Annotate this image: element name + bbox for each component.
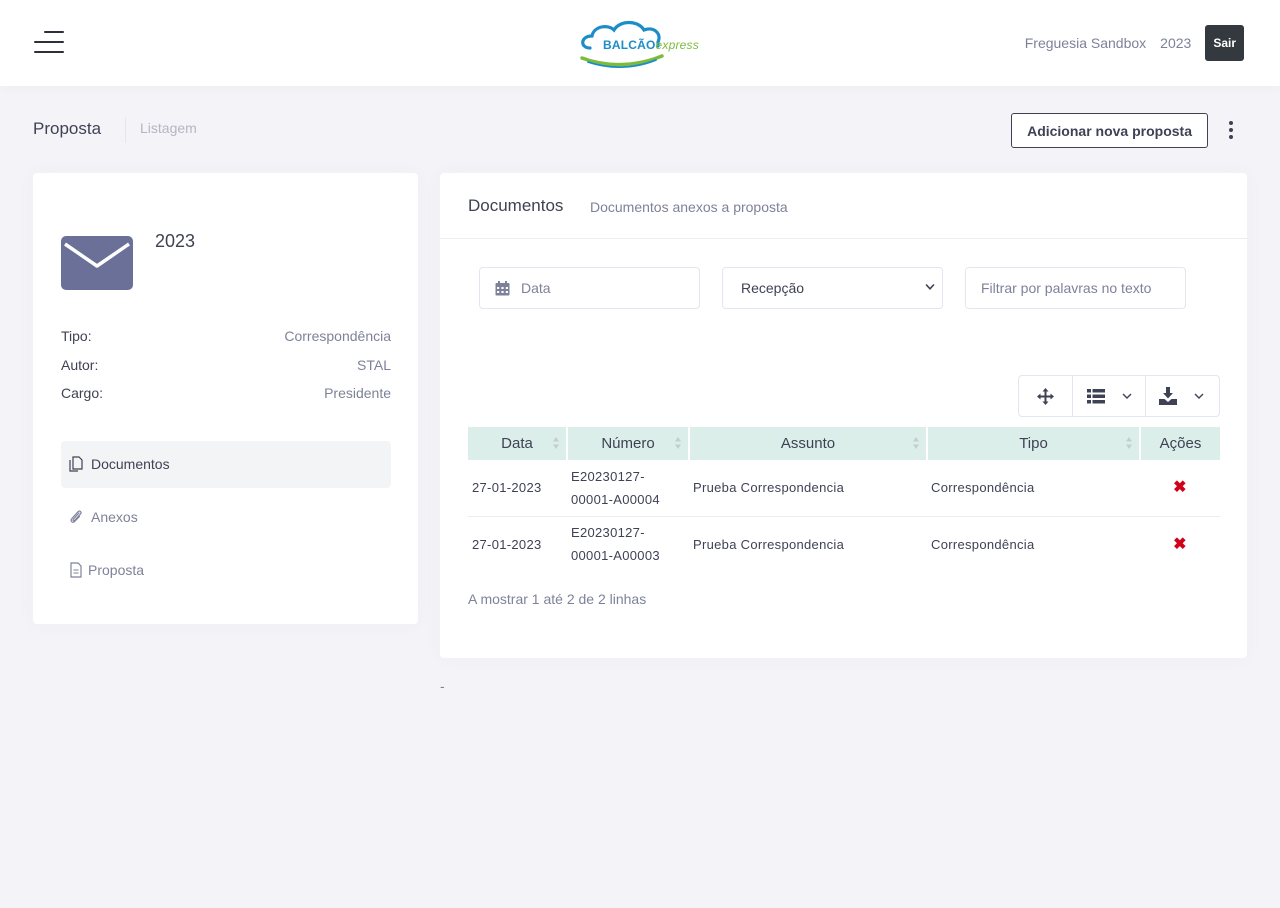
top-bar: BALCÃOexpress Freguesia Sandbox 2023 Sai… [0, 0, 1280, 86]
logout-button[interactable]: Sair [1205, 25, 1244, 61]
delete-icon[interactable]: ✖ [1173, 476, 1187, 499]
columns-button[interactable] [1073, 376, 1146, 416]
footer-dash: - [440, 678, 445, 694]
proposal-summary-card: 2023 Tipo: Correspondência Autor: STAL Car… [33, 173, 418, 624]
documents-table: Data Número Assunto Tipo Ações 27-01-202… [468, 427, 1220, 572]
move-button[interactable] [1019, 376, 1073, 416]
move-icon [1037, 388, 1054, 405]
type-select-wrapper: Recepção [722, 267, 943, 309]
cell-assunto: Prueba Correspondencia [689, 460, 927, 517]
column-header-numero[interactable]: Número [567, 427, 690, 460]
add-proposal-button[interactable]: Adicionar nova proposta [1011, 113, 1208, 148]
nav-item-anexos[interactable]: Anexos [61, 494, 391, 541]
page-title: Proposta [33, 119, 102, 138]
nav-item-documentos[interactable]: Documentos [61, 441, 391, 488]
column-header-data[interactable]: Data [468, 427, 568, 460]
card-title: Documentos [468, 196, 564, 215]
date-filter[interactable]: Data [479, 267, 700, 309]
entity-name: Freguesia Sandbox [1024, 35, 1147, 51]
cell-data: 27-01-2023 [468, 460, 567, 517]
date-placeholder: Data [521, 280, 551, 296]
calendar-icon [495, 281, 510, 296]
cell-numero: E20230127- 00001-A00004 [567, 460, 689, 517]
card-subtitle: Documentos anexos a proposta [590, 199, 788, 215]
sort-icon [913, 437, 919, 449]
column-header-assunto[interactable]: Assunto [689, 427, 928, 460]
documents-icon [69, 456, 83, 472]
cell-assunto: Prueba Correspondencia [693, 536, 845, 552]
table-row[interactable]: 27-01-2023 E20230127- 00001-A00004 Prueba… [468, 460, 1220, 517]
text-filter-input[interactable] [965, 267, 1186, 309]
cell-data: 27-01-2023 [472, 536, 542, 552]
divider [125, 117, 126, 143]
download-icon [1159, 387, 1177, 405]
table-toolbar [1018, 375, 1220, 417]
export-button[interactable] [1146, 376, 1219, 416]
info-row-tipo: Tipo: Correspondência [61, 328, 391, 344]
chevron-down-icon [1194, 393, 1204, 399]
cell-acoes: ✖ [1140, 516, 1220, 572]
subheader: Proposta Listagem Adicionar nova propost… [33, 113, 1247, 149]
documents-card: Documentos Documentos anexos a proposta … [440, 173, 1247, 658]
info-row-cargo: Cargo: Presidente [61, 385, 391, 401]
info-row-autor: Autor: STAL [61, 357, 391, 373]
sort-icon [553, 437, 559, 449]
year-label: 2023 [1160, 35, 1192, 51]
more-options-icon[interactable] [1227, 121, 1235, 141]
envelope-icon [61, 236, 133, 290]
file-icon [70, 562, 82, 578]
paperclip-icon [70, 510, 82, 523]
nav-item-proposta[interactable]: Proposta [61, 547, 391, 594]
chevron-down-icon [1122, 393, 1132, 399]
cell-acoes: ✖ [1140, 460, 1220, 517]
card-header: Documentos Documentos anexos a proposta [440, 173, 1247, 239]
type-select[interactable]: Recepção [722, 267, 943, 309]
column-header-acoes: Ações [1140, 427, 1220, 460]
logo[interactable]: BALCÃOexpress [578, 18, 708, 70]
table-row[interactable]: 27-01-2023 E20230127- 00001-A00003 Prueba… [468, 516, 1220, 572]
sort-icon [675, 437, 681, 449]
proposal-year: 2023 [155, 231, 196, 251]
column-header-tipo[interactable]: Tipo [927, 427, 1141, 460]
columns-list-icon [1087, 389, 1105, 404]
cell-numero: E20230127- 00001-A00003 [571, 525, 660, 564]
cell-tipo: Correspondência [927, 460, 1140, 517]
breadcrumb[interactable]: Listagem [140, 120, 197, 136]
menu-toggle-icon[interactable] [32, 31, 64, 55]
sort-icon [1126, 437, 1132, 449]
cell-tipo: Correspondência [931, 536, 1035, 552]
pagination-info: A mostrar 1 até 2 de 2 linhas [468, 591, 647, 607]
delete-icon[interactable]: ✖ [1173, 533, 1187, 556]
